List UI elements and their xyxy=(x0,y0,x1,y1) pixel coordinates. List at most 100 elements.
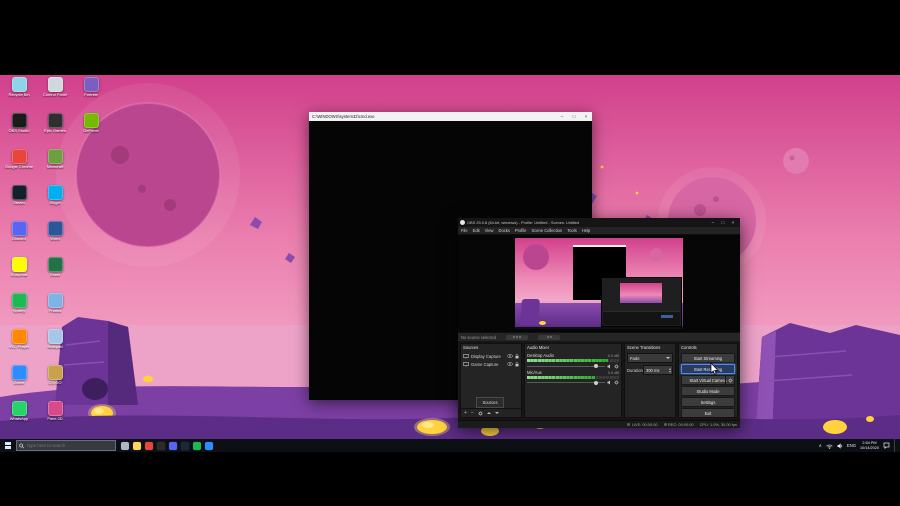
volume-icon[interactable] xyxy=(837,442,843,449)
transition-select[interactable]: Fade xyxy=(627,353,673,363)
show-desktop-button[interactable] xyxy=(894,439,898,452)
desktop-icon-notepad[interactable]: Notepad xyxy=(38,329,72,350)
mouse-cursor xyxy=(710,362,719,380)
volume-slider-handle[interactable] xyxy=(593,380,598,385)
menu-tools[interactable]: Tools xyxy=(567,228,577,233)
volume-slider[interactable] xyxy=(527,364,605,368)
start-streaming-button[interactable]: Start Streaming xyxy=(681,353,735,363)
taskbar-search[interactable] xyxy=(16,440,116,451)
move-source-down-icon[interactable] xyxy=(494,412,499,414)
taskbar-clock[interactable]: 2:54 PM 10/14/2020 xyxy=(860,441,879,449)
obs-close-button[interactable]: × xyxy=(728,218,738,227)
volume-slider-handle[interactable] xyxy=(593,364,598,368)
desktop-icon-epic-games[interactable]: Epic Games xyxy=(38,113,72,134)
cmd-maximize-button[interactable]: □ xyxy=(568,112,580,121)
desktop-icon-label: Word xyxy=(50,236,60,241)
obs-minimize-button[interactable]: – xyxy=(708,218,718,227)
desktop-icon-minecraft[interactable]: Minecraft xyxy=(38,149,72,170)
lock-icon[interactable] xyxy=(515,361,519,367)
visibility-eye-icon[interactable] xyxy=(507,362,513,366)
lock-icon[interactable] xyxy=(515,353,519,359)
desktop-icon-spotify[interactable]: Spotify xyxy=(2,293,36,314)
preview-toolbar-button-1[interactable] xyxy=(506,334,529,340)
source-row-display-capture[interactable]: Display Capture xyxy=(461,352,521,360)
volume-slider[interactable] xyxy=(527,380,605,385)
wifi-icon[interactable] xyxy=(826,443,833,449)
virtual-camera-config-button[interactable] xyxy=(725,376,734,384)
desktop-icon-word[interactable]: Word xyxy=(38,221,72,242)
obs-maximize-button[interactable]: □ xyxy=(718,218,728,227)
taskbar-icon-discord[interactable] xyxy=(169,441,177,450)
gear-icon[interactable] xyxy=(727,377,733,383)
monitor-icon xyxy=(463,353,469,359)
menu-help[interactable]: Help xyxy=(582,228,590,233)
taskbar-icon-steam[interactable] xyxy=(181,441,189,450)
source-row-game-capture[interactable]: Game Capture xyxy=(461,360,521,368)
desktop-icon-whatsapp[interactable]: WhatsApp xyxy=(2,401,36,422)
desktop-icon-label: WhatsApp xyxy=(9,416,29,421)
obs-preview[interactable] xyxy=(458,235,740,332)
taskbar-icon-chrome[interactable] xyxy=(145,441,153,450)
desktop-icon-zoom[interactable]: Zoom xyxy=(2,365,36,386)
desktop-icon-paint-3d[interactable]: Paint 3D xyxy=(38,401,72,422)
menu-edit[interactable]: Edit xyxy=(473,228,480,233)
desktop-icon-fortnite[interactable]: Fortnite xyxy=(74,77,108,98)
cmd-minimize-button[interactable]: – xyxy=(556,112,568,121)
menu-docks[interactable]: Docks xyxy=(498,228,509,233)
desktop-icon-google-chrome[interactable]: Google Chrome xyxy=(2,149,36,170)
start-button[interactable] xyxy=(0,439,16,452)
desktop-icon-excel[interactable]: Excel xyxy=(38,257,72,278)
visibility-eye-icon[interactable] xyxy=(507,354,513,358)
app-icon xyxy=(47,329,63,344)
start-virtual-camera-button[interactable]: Start Virtual Camera xyxy=(681,375,735,385)
menu-scene-collection[interactable]: Scene Collection xyxy=(531,228,562,233)
remove-source-button[interactable]: − xyxy=(471,410,474,416)
menu-file[interactable]: File xyxy=(461,228,468,233)
desktop-icon-steam[interactable]: Steam xyxy=(2,185,36,206)
studio-mode-button[interactable]: Studio Mode xyxy=(681,386,735,396)
move-source-up-icon[interactable] xyxy=(486,412,491,414)
desktop-icon-label: GeForce xyxy=(83,128,99,133)
search-input[interactable] xyxy=(26,443,113,448)
cmd-close-button[interactable]: × xyxy=(580,112,592,121)
thumb-obs-preview xyxy=(620,283,662,303)
desktop-icon-photos[interactable]: Photos xyxy=(38,293,72,314)
desktop-icon-geforce[interactable]: GeForce xyxy=(74,113,108,134)
preview-toolbar-button-2[interactable] xyxy=(538,334,561,340)
add-source-button[interactable]: + xyxy=(464,410,467,416)
duration-spinner[interactable]: 300 ms xyxy=(643,365,673,375)
tray-chevron-icon[interactable]: ∧ xyxy=(819,443,822,449)
desktop-icon-control-panel[interactable]: Control Panel xyxy=(38,77,72,98)
speaker-icon[interactable] xyxy=(607,380,612,385)
taskbar-icon-obs[interactable] xyxy=(157,441,165,450)
taskbar-icon-edge[interactable] xyxy=(205,441,213,450)
start-recording-button[interactable]: Start Recording xyxy=(681,364,735,374)
sources-dock-tab[interactable]: Sources xyxy=(476,397,504,408)
desktop-icon-vlc-player[interactable]: VLC Player xyxy=(2,329,36,350)
taskbar-icon-file-explorer[interactable] xyxy=(133,441,141,450)
desktop-icon-cs-go[interactable]: CS:GO xyxy=(38,365,72,386)
duration-value: 300 ms xyxy=(646,367,660,373)
desktop-icon-discord[interactable]: Discord xyxy=(2,221,36,242)
desktop-icon-skype[interactable]: Skype xyxy=(38,185,72,206)
language-indicator[interactable]: ENG xyxy=(847,443,856,448)
obs-titlebar[interactable]: OBS 25.0.8 (64-bit, windows) - Profile: … xyxy=(458,218,740,227)
live-dot-icon xyxy=(627,423,631,427)
desktop-icon-label: Google Chrome xyxy=(4,164,34,169)
obs-window: OBS 25.0.8 (64-bit, windows) - Profile: … xyxy=(458,218,740,428)
spinner-up-icon[interactable] xyxy=(669,367,671,370)
menu-profile[interactable]: Profile xyxy=(515,228,527,233)
menu-view[interactable]: View xyxy=(485,228,494,233)
gear-icon[interactable] xyxy=(614,380,619,385)
desktop-icon-snapchat[interactable]: Snapchat xyxy=(2,257,36,278)
cmd-titlebar[interactable]: C:\WINDOWS\system32\cmd.exe – □ × xyxy=(309,112,592,121)
settings-button[interactable]: Settings xyxy=(681,397,735,407)
desktop-icon-recycle-bin[interactable]: Recycle Bin xyxy=(2,77,36,98)
source-properties-gear-icon[interactable] xyxy=(478,410,483,416)
taskbar-icon-task-view[interactable] xyxy=(121,441,129,450)
desktop-icon-obs-studio[interactable]: OBS Studio xyxy=(2,113,36,134)
exit-button[interactable]: Exit xyxy=(681,408,735,417)
spinner-down-icon[interactable] xyxy=(669,370,671,373)
notification-icon[interactable] xyxy=(883,442,890,449)
taskbar-icon-spotify[interactable] xyxy=(193,441,201,450)
